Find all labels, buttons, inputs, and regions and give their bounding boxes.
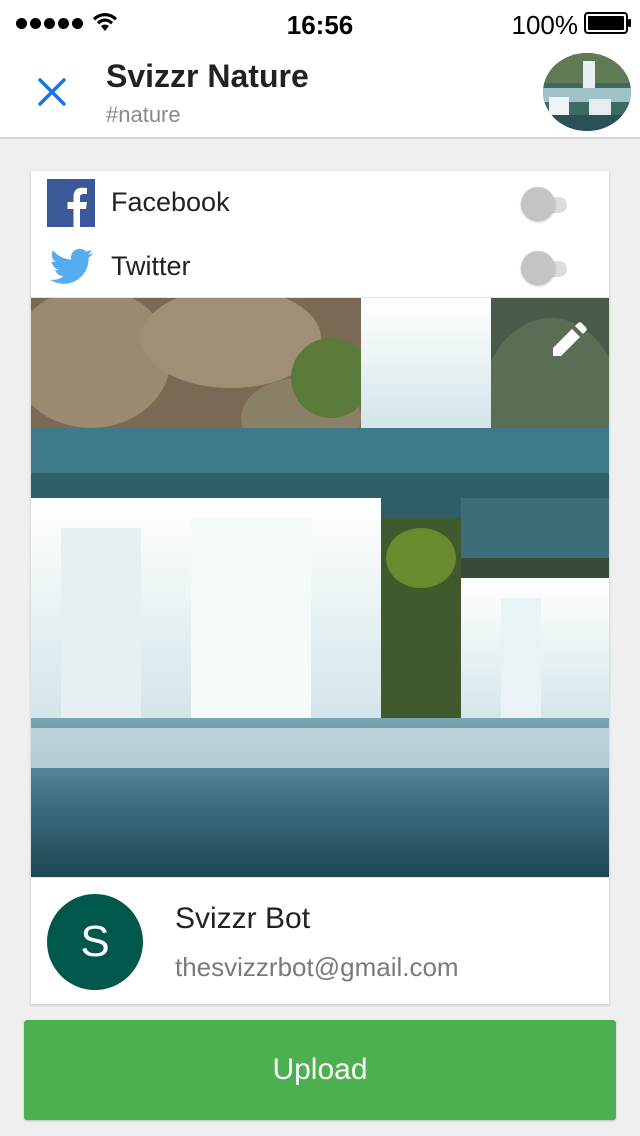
edit-photo-button[interactable] <box>547 318 591 362</box>
battery-percent: 100% <box>511 10 579 40</box>
avatar: S <box>47 894 143 990</box>
pencil-icon <box>553 322 587 356</box>
upload-button[interactable]: Upload <box>24 1020 616 1120</box>
share-row-twitter: Twitter <box>31 237 609 299</box>
close-button[interactable] <box>28 68 76 116</box>
page-subtitle: #nature <box>106 102 181 127</box>
post-card: Facebook Twitter S Svizzr Bot thesvizzrb… <box>31 171 609 1004</box>
facebook-icon <box>47 179 95 227</box>
author-name: Svizzr Bot <box>175 902 311 935</box>
author-email: thesvizzrbot@gmail.com <box>175 952 459 982</box>
author-row: S Svizzr Bot thesvizzrbot@gmail.com <box>31 877 609 1004</box>
app-header: Svizzr Nature #nature <box>0 48 640 139</box>
twitter-icon <box>50 248 93 284</box>
share-row-facebook: Facebook <box>31 173 609 235</box>
share-label-facebook: Facebook <box>111 187 230 217</box>
battery-icon <box>584 12 631 34</box>
share-label-twitter: Twitter <box>111 251 191 281</box>
page-title: Svizzr Nature <box>106 58 309 94</box>
post-photo[interactable] <box>31 297 609 877</box>
status-bar: 16:56 100% <box>0 0 640 48</box>
channel-avatar[interactable] <box>543 53 631 131</box>
twitter-toggle[interactable] <box>521 251 569 285</box>
facebook-toggle[interactable] <box>521 187 569 221</box>
close-icon <box>38 78 66 106</box>
